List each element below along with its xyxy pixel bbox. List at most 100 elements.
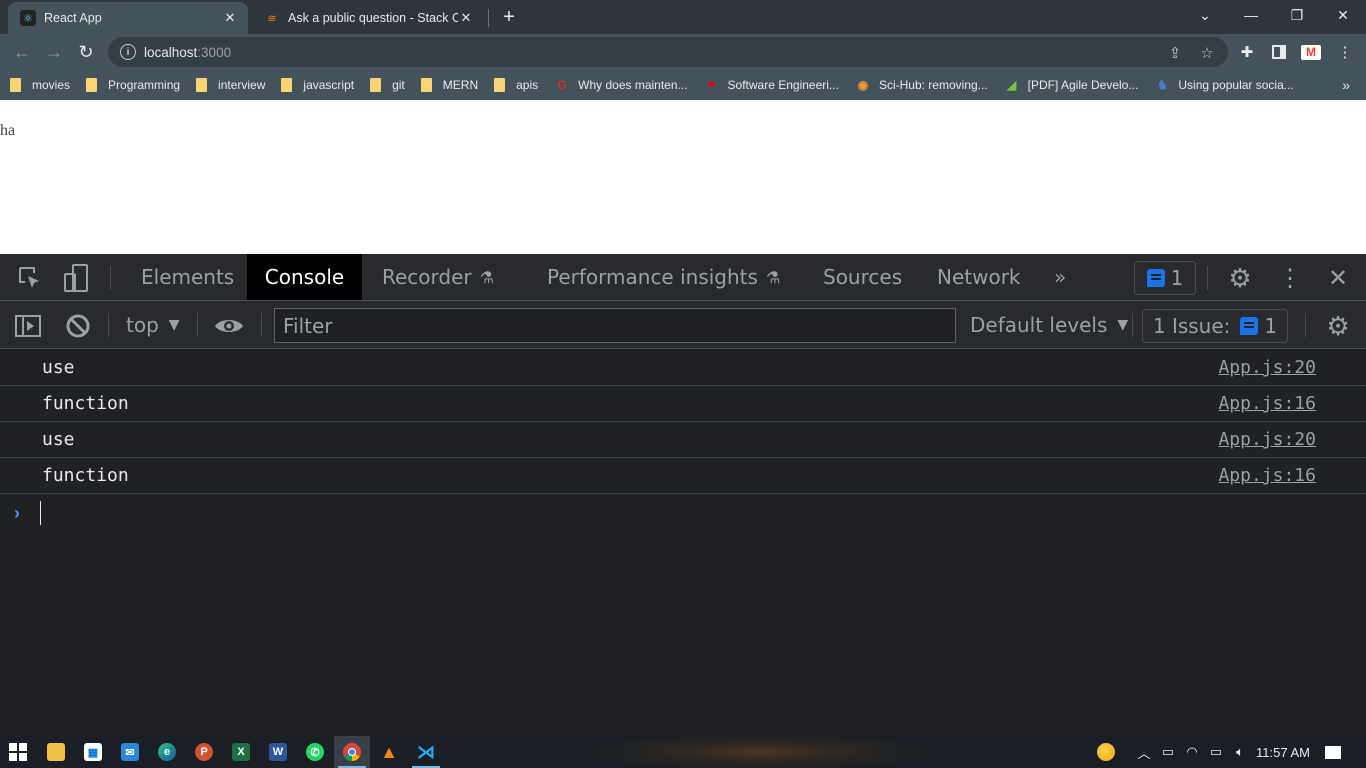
- device-toolbar-icon[interactable]: [62, 264, 90, 292]
- bookmark-programming[interactable]: Programming: [86, 78, 180, 92]
- bookmark-javascript[interactable]: javascript: [281, 78, 354, 92]
- more-tabs-button[interactable]: »: [1046, 254, 1074, 300]
- close-tab-icon[interactable]: ✕: [458, 10, 474, 26]
- file-explorer-icon: [47, 743, 65, 761]
- message-icon: [1240, 317, 1259, 335]
- taskbar-powerpoint[interactable]: P: [186, 736, 222, 768]
- console-source-link[interactable]: App.js:16: [1218, 465, 1316, 486]
- taskbar-vlc[interactable]: ▲: [371, 736, 407, 768]
- edge-icon: e: [158, 743, 176, 761]
- bookmark-using-popular-social[interactable]: ♞ Using popular socia...: [1154, 77, 1294, 93]
- customize-menu-icon[interactable]: ⋮: [1276, 263, 1304, 293]
- issues-counter-button[interactable]: 1: [1134, 261, 1196, 295]
- prompt-chevron-icon: ›: [14, 502, 20, 523]
- tab-title: Ask a public question - Stack Ove: [288, 11, 458, 25]
- close-devtools-icon[interactable]: ✕: [1324, 263, 1352, 293]
- show-sidebar-icon[interactable]: [14, 313, 42, 339]
- console-source-link[interactable]: App.js:20: [1218, 429, 1316, 450]
- arrow-right-icon: →: [45, 41, 63, 62]
- console-settings-gear-icon[interactable]: ⚙: [1322, 311, 1354, 341]
- tab-react-app[interactable]: ⚛ React App ✕: [8, 2, 248, 34]
- tab-elements[interactable]: Elements: [127, 254, 248, 300]
- console-source-link[interactable]: App.js:16: [1218, 393, 1316, 414]
- context-selector[interactable]: top ▼: [126, 301, 180, 349]
- bookmark-agile-development[interactable]: ◢ [PDF] Agile Develo...: [1004, 77, 1138, 93]
- taskbar-file-explorer[interactable]: [38, 736, 74, 768]
- browser-title-bar: ⚛ React App ✕ ≋ Ask a public question - …: [0, 0, 1366, 34]
- forward-button[interactable]: →: [40, 38, 68, 66]
- tab-console[interactable]: Console: [247, 254, 362, 300]
- tab-stack-overflow[interactable]: ≋ Ask a public question - Stack Ove ✕: [252, 2, 484, 34]
- extensions-icon[interactable]: ✚: [1236, 41, 1258, 63]
- taskbar-whatsapp[interactable]: ✆: [297, 736, 333, 768]
- restore-button[interactable]: ❐: [1274, 0, 1320, 30]
- console-source-link[interactable]: App.js:20: [1218, 357, 1316, 378]
- vscode-icon: ⋊: [417, 741, 435, 762]
- battery-icon[interactable]: ▭: [1206, 736, 1226, 768]
- bookmark-sci-hub[interactable]: ◉ Sci-Hub: removing...: [855, 77, 988, 93]
- action-center-icon[interactable]: [1322, 736, 1344, 768]
- close-tab-icon[interactable]: ✕: [222, 10, 238, 26]
- wifi-icon[interactable]: ◠: [1182, 736, 1202, 768]
- issues-button[interactable]: 1 Issue: 1: [1142, 309, 1288, 343]
- dropdown-caret-icon: ▼: [1117, 317, 1129, 333]
- toolbar-divider: [1305, 313, 1306, 337]
- inspect-element-icon[interactable]: [16, 264, 44, 292]
- side-panel-icon[interactable]: [1268, 41, 1290, 63]
- console-prompt[interactable]: ›: [0, 494, 1366, 532]
- tab-network[interactable]: Network: [923, 254, 1035, 300]
- taskbar-vscode[interactable]: ⋊: [408, 736, 444, 768]
- show-hidden-icons-chevron-icon[interactable]: ︿: [1134, 736, 1154, 768]
- clear-console-icon[interactable]: [64, 313, 92, 339]
- tab-sources[interactable]: Sources: [809, 254, 916, 300]
- filter-input[interactable]: [274, 308, 956, 343]
- taskbar-word[interactable]: W: [260, 736, 296, 768]
- tab-search-button[interactable]: ⌄: [1182, 0, 1228, 30]
- bookmark-label: Why does mainten...: [578, 78, 688, 92]
- tab-divider: [488, 9, 489, 27]
- levels-value: Default levels: [970, 313, 1108, 337]
- tab-recorder[interactable]: Recorder ⚗: [368, 254, 508, 300]
- volume-icon[interactable]: 🔈︎: [1230, 736, 1250, 768]
- bookmark-why-does-maintenance[interactable]: G Why does mainten...: [554, 77, 687, 93]
- close-window-button[interactable]: ✕: [1320, 0, 1366, 30]
- taskbar-edge[interactable]: e: [149, 736, 185, 768]
- weather-icon[interactable]: [1094, 736, 1118, 768]
- bookmark-mern[interactable]: MERN: [420, 78, 478, 92]
- reload-button[interactable]: ↻: [72, 38, 100, 66]
- info-icon[interactable]: i: [120, 44, 136, 60]
- bookmark-label: Software Engineeri...: [727, 78, 839, 92]
- clock[interactable]: 11:57 AM: [1254, 736, 1312, 768]
- bookmark-git[interactable]: git: [370, 78, 405, 92]
- address-bar[interactable]: i localhost:3000 ⇪ ☆: [108, 37, 1228, 67]
- meet-now-icon[interactable]: ▭: [1158, 736, 1178, 768]
- taskbar-excel[interactable]: X: [223, 736, 259, 768]
- live-expression-eye-icon[interactable]: [214, 313, 244, 339]
- taskbar-store[interactable]: ▦: [75, 736, 111, 768]
- bookmarks-overflow-button[interactable]: »: [1342, 77, 1350, 93]
- tab-performance-insights[interactable]: Performance insights ⚗: [533, 254, 794, 300]
- share-icon[interactable]: ⇪: [1166, 44, 1184, 62]
- log-levels-dropdown[interactable]: Default levels ▼: [970, 301, 1128, 349]
- console-message-text: use: [42, 429, 75, 450]
- react-icon: ⚛: [20, 10, 36, 26]
- bookmark-interview[interactable]: interview: [196, 78, 265, 92]
- minimize-button[interactable]: —: [1228, 0, 1274, 30]
- bookmark-software-engineering[interactable]: ▼ Software Engineeri...: [704, 77, 839, 93]
- experiment-flask-icon: ⚗: [479, 267, 494, 287]
- start-button[interactable]: [0, 736, 36, 768]
- more-menu-icon[interactable]: ⋮: [1334, 41, 1356, 63]
- excel-icon: X: [232, 743, 250, 761]
- settings-gear-icon[interactable]: ⚙: [1224, 263, 1256, 293]
- reload-icon: ↻: [78, 41, 94, 62]
- star-icon[interactable]: ☆: [1198, 44, 1216, 62]
- back-button[interactable]: ←: [8, 38, 36, 66]
- folder-icon: [196, 78, 208, 92]
- bookmark-apis[interactable]: apis: [494, 78, 538, 92]
- bookmark-movies[interactable]: movies: [10, 78, 70, 92]
- taskbar-mail[interactable]: ✉: [112, 736, 148, 768]
- gmail-icon[interactable]: M: [1300, 41, 1322, 63]
- windows-taskbar: ▦ ✉ e P X W ✆ ▲ ⋊ ︿ ▭ ◠ ▭ 🔈︎ 11:57 AM: [0, 736, 1366, 768]
- new-tab-button[interactable]: +: [498, 6, 520, 28]
- taskbar-chrome[interactable]: [334, 736, 370, 768]
